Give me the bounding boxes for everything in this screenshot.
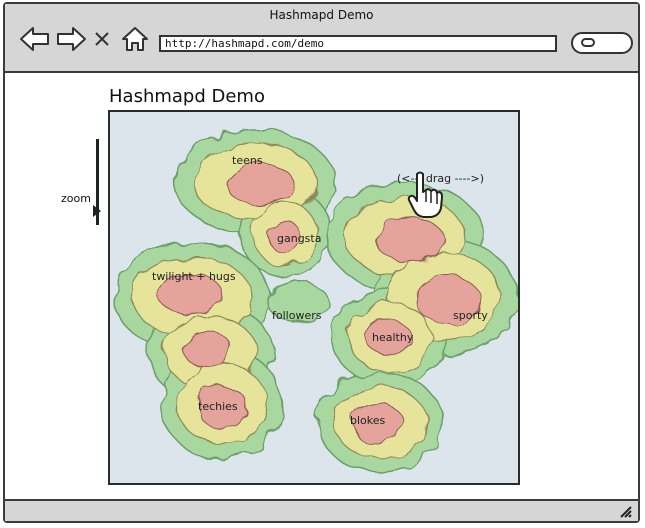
map-canvas[interactable]: teens gangsta twilight + hugs followers … [108, 110, 520, 485]
forward-arrow-icon[interactable] [55, 24, 87, 54]
title-bar: Hashmapd Demo http://hashmapd.com/demo [5, 4, 638, 73]
cluster-map [113, 129, 518, 473]
zoom-slider-handle[interactable] [93, 205, 101, 217]
region-label-blokes: blokes [350, 414, 386, 427]
page-title: Hashmapd Demo [109, 86, 265, 107]
window-title: Hashmapd Demo [269, 8, 374, 22]
region-label-twilight-hugs: twilight + hugs [152, 270, 236, 283]
close-icon[interactable] [91, 24, 113, 54]
region-label-sporty: sporty [453, 309, 488, 322]
search-icon [581, 38, 595, 47]
resize-grip-icon[interactable] [618, 504, 632, 518]
home-icon[interactable] [119, 24, 151, 54]
region-label-teens: teens [232, 154, 263, 167]
back-arrow-icon[interactable] [19, 24, 51, 54]
zoom-label: zoom [61, 192, 91, 205]
region-label-followers: followers [272, 309, 322, 322]
address-bar[interactable]: http://hashmapd.com/demo [159, 35, 557, 52]
hand-cursor-icon [407, 171, 443, 218]
browser-window: Hashmapd Demo http://hashmapd.com/demo H… [3, 2, 640, 523]
search-input[interactable] [571, 32, 633, 54]
region-label-healthy: healthy [372, 331, 414, 344]
region-label-gangsta: gangsta [277, 232, 322, 245]
status-bar [5, 499, 638, 521]
region-label-techies: techies [198, 400, 238, 413]
